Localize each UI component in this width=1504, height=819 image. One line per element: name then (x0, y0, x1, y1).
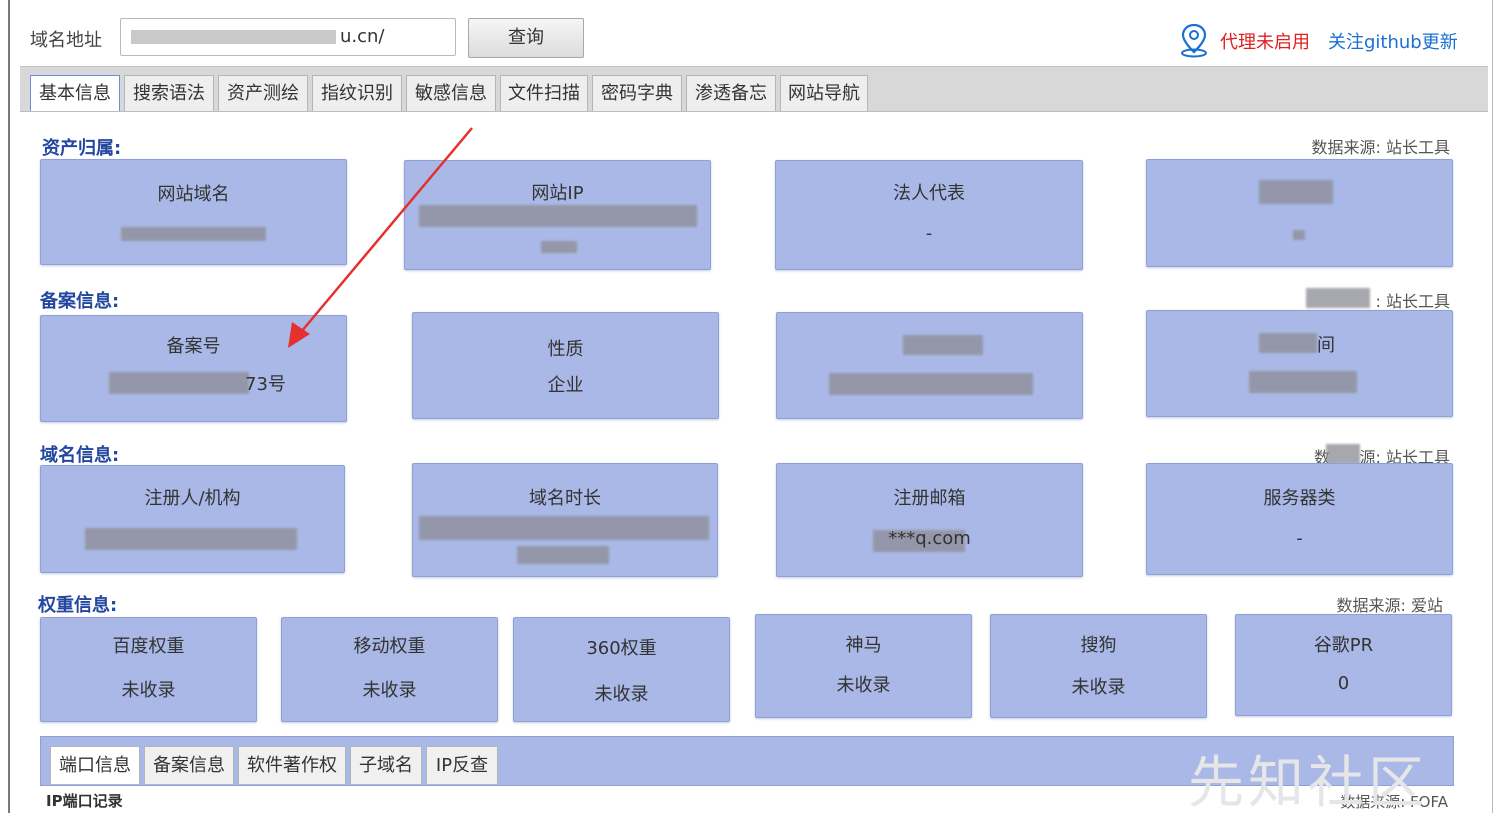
red-annotation-arrow (288, 127, 473, 348)
